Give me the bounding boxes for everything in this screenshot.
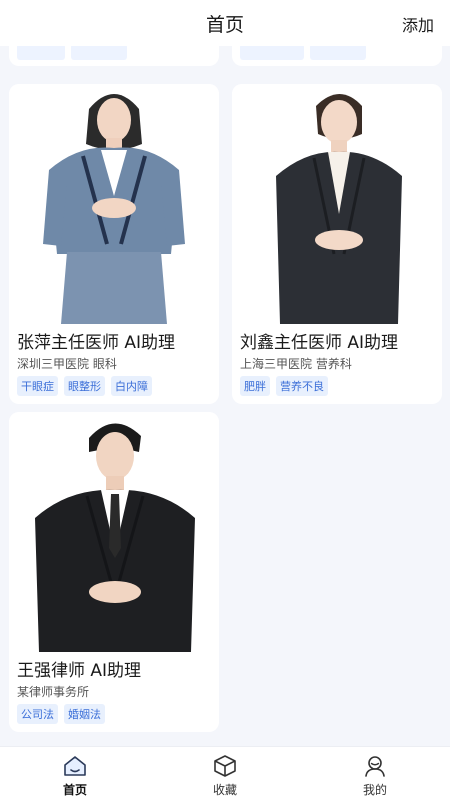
specialty-tag: 营养不良 — [276, 376, 328, 396]
avatar — [232, 84, 442, 324]
specialty-tag: 婚姻法 — [64, 704, 105, 724]
bottom-tab-bar: 首页 收藏 我的 — [0, 746, 450, 800]
specialty-tag: 公司法 — [17, 704, 58, 724]
cube-icon — [214, 755, 236, 777]
tab-home[interactable]: 首页 — [0, 747, 150, 800]
assistant-organization: 深圳三甲医院 眼科 — [17, 357, 117, 371]
tab-label: 收藏 — [212, 783, 237, 797]
assistant-card[interactable]: 王强律师 AI助理 某律师事务所 公司法 婚姻法 — [9, 412, 219, 732]
page-title: 首页 — [205, 14, 244, 36]
assistant-name: 刘鑫主任医师 AI助理 — [240, 333, 399, 353]
add-button[interactable]: 添加 — [402, 12, 434, 36]
assistant-name: 张萍主任医师 AI助理 — [17, 333, 176, 353]
user-icon — [365, 756, 385, 777]
tab-favorites[interactable]: 收藏 — [150, 747, 300, 800]
assistant-organization: 上海三甲医院 营养科 — [240, 357, 352, 371]
avatar — [9, 412, 219, 652]
avatar — [9, 84, 219, 324]
specialty-tag: 眼整形 — [64, 376, 105, 396]
specialty-tag: 白内障 — [111, 376, 152, 396]
specialty-tag: 肥胖 — [240, 376, 270, 396]
home-icon — [64, 756, 86, 776]
assistant-list[interactable]: 张萍主任医师 AI助理 深圳三甲医院 眼科 干眼症 眼整形 白内障 刘鑫主任医师… — [0, 46, 450, 746]
app-header: 首页 添加 — [0, 0, 450, 46]
partial-card-right[interactable] — [232, 46, 442, 66]
partial-card-left[interactable] — [9, 46, 219, 66]
assistant-organization: 某律师事务所 — [17, 685, 90, 699]
tab-label: 首页 — [62, 783, 87, 797]
specialty-tag: 干眼症 — [17, 376, 58, 396]
assistant-name: 王强律师 AI助理 — [17, 661, 142, 681]
assistant-card[interactable]: 张萍主任医师 AI助理 深圳三甲医院 眼科 干眼症 眼整形 白内障 — [9, 84, 219, 404]
tab-mine[interactable]: 我的 — [300, 747, 450, 800]
assistant-card[interactable]: 刘鑫主任医师 AI助理 上海三甲医院 营养科 肥胖 营养不良 — [232, 84, 442, 404]
tab-label: 我的 — [362, 783, 387, 797]
